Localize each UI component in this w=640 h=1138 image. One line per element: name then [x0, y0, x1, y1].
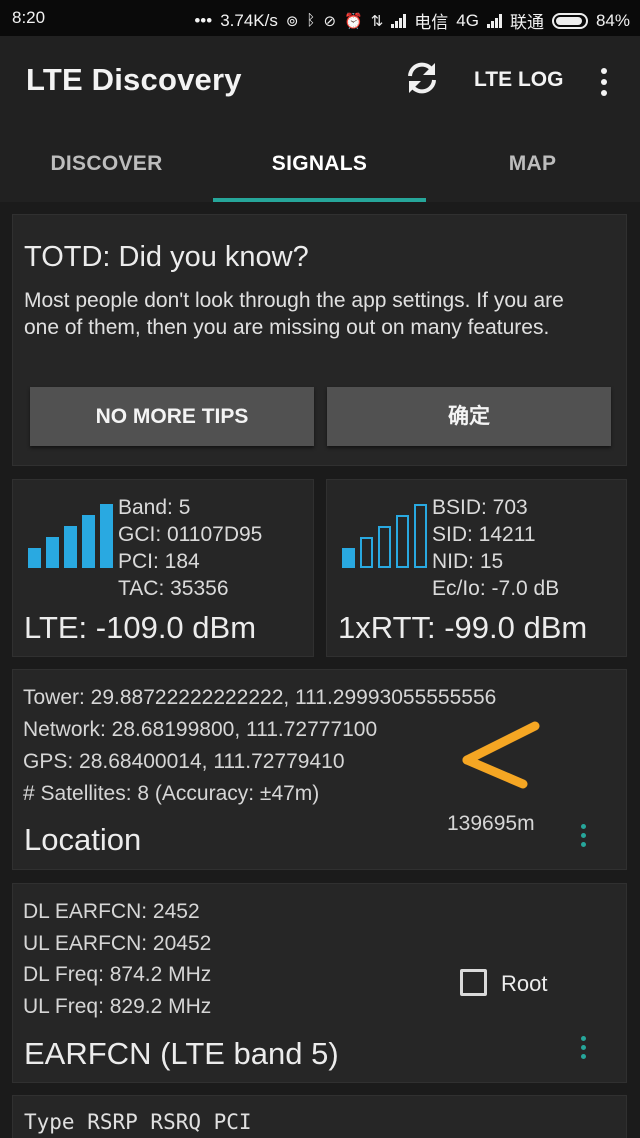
- bluetooth-icon: ᛒ: [306, 12, 316, 29]
- app-bar: LTE Discovery LTE LOG: [0, 36, 640, 126]
- tab-discover[interactable]: DISCOVER: [0, 126, 213, 202]
- lte-signal-bars: [28, 502, 113, 568]
- root-checkbox[interactable]: [460, 969, 487, 996]
- earfcn-card: DL EARFCN: 2452 UL EARFCN: 20452 DL Freq…: [12, 883, 627, 1083]
- tab-bar: DISCOVER SIGNALS MAP: [0, 126, 640, 202]
- location-card: Tower: 29.88722222222222, 111.2999305555…: [12, 669, 627, 870]
- signal-bar: [100, 504, 113, 568]
- ecio-value: Ec/Io: -7.0 dB: [432, 577, 560, 600]
- carrier-2: 联通: [509, 13, 544, 32]
- tip-of-the-day-card: TOTD: Did you know? Most people don't lo…: [12, 214, 627, 466]
- signal-bar: [82, 515, 95, 568]
- signal-bar: [414, 504, 427, 568]
- lte-cell-info: Band: 5 GCI: 01107D95 PCI: 184 TAC: 3535…: [118, 494, 262, 602]
- ul-earfcn-value: UL EARFCN: 20452: [23, 931, 212, 955]
- status-time: 8:20: [12, 8, 46, 27]
- gci-value: GCI: 01107D95: [118, 523, 263, 546]
- tab-signals[interactable]: SIGNALS: [213, 126, 426, 202]
- signal-bar: [28, 548, 41, 568]
- silent-icon: ⊘: [323, 12, 337, 30]
- nid-value: NID: 15: [432, 550, 504, 573]
- satellite-info: # Satellites: 8 (Accuracy: ±47m): [23, 782, 320, 805]
- signal-bar: [64, 526, 77, 568]
- signal-bar: [46, 537, 59, 568]
- network-coordinates: Network: 28.68199800, 111.72777100: [23, 718, 378, 741]
- network-speed: 3.74K/s: [220, 10, 278, 30]
- lte-log-button[interactable]: LTE LOG: [474, 68, 563, 92]
- root-label: Root: [501, 971, 548, 996]
- signal-bar: [396, 515, 409, 568]
- tip-body: Most people don't look through the app s…: [24, 289, 564, 339]
- ok-button[interactable]: 确定: [327, 387, 611, 446]
- neighbor-cells-card: Type RSRP RSRQ PCI: [12, 1095, 627, 1138]
- signal-bar: [342, 548, 355, 568]
- lte-signal-card[interactable]: Band: 5 GCI: 01107D95 PCI: 184 TAC: 3535…: [12, 479, 314, 657]
- earfcn-label: EARFCN (LTE band 5): [24, 1036, 339, 1071]
- location-info: Tower: 29.88722222222222, 111.2999305555…: [23, 682, 496, 810]
- location-more-icon[interactable]: [579, 824, 589, 850]
- earfcn-more-icon[interactable]: [579, 1036, 589, 1062]
- band-value: Band: 5: [118, 496, 191, 519]
- tower-coordinates: Tower: 29.88722222222222, 111.2999305555…: [23, 686, 497, 709]
- status-icons: ••• 3.74K/s ⊚ ᛒ ⊘ ⏰ ⇅ 电信 4G 联通 84%: [194, 8, 630, 33]
- dl-earfcn-value: DL EARFCN: 2452: [23, 900, 200, 923]
- location-label: Location: [24, 822, 142, 857]
- carrier-1: 电信: [414, 13, 449, 32]
- neighbor-table-header: Type RSRP RSRQ PCI: [24, 1110, 252, 1134]
- lte-reading: LTE: -109.0 dBm: [24, 610, 257, 645]
- sid-value: SID: 14211: [432, 523, 536, 546]
- gps-coordinates: GPS: 28.68400014, 111.72779410: [23, 750, 345, 773]
- more-vert-icon[interactable]: [594, 64, 614, 100]
- alarm-icon: ⏰: [344, 12, 363, 30]
- signal-strength-icon: [391, 13, 407, 28]
- signal-bar: [378, 526, 391, 568]
- ul-freq-value: UL Freq: 829.2 MHz: [23, 994, 212, 1018]
- refresh-icon[interactable]: [402, 58, 442, 98]
- tab-map[interactable]: MAP: [426, 126, 639, 202]
- signal-bar: [360, 537, 373, 568]
- tip-title: TOTD: Did you know?: [24, 241, 309, 273]
- rtt-signal-card[interactable]: BSID: 703 SID: 14211 NID: 15 Ec/Io: -7.0…: [326, 479, 627, 657]
- data-transfer-icon: ⇅: [370, 12, 384, 30]
- dl-freq-value: DL Freq: 874.2 MHz: [23, 963, 212, 986]
- battery-percent: 84%: [595, 10, 630, 30]
- more-notifications-icon: •••: [194, 10, 213, 30]
- tower-distance: 139695m: [447, 812, 535, 835]
- signal-strength-icon-2: [486, 13, 502, 28]
- app-title: LTE Discovery: [26, 62, 242, 97]
- hotspot-icon: ⊚: [285, 12, 299, 30]
- rtt-cell-info: BSID: 703 SID: 14211 NID: 15 Ec/Io: -7.0…: [432, 494, 559, 602]
- tab-indicator: [213, 198, 426, 202]
- rtt-signal-bars: [342, 502, 427, 568]
- tac-value: TAC: 35356: [118, 577, 229, 600]
- bsid-value: BSID: 703: [432, 496, 528, 519]
- pci-value: PCI: 184: [118, 550, 200, 573]
- orange-arrow-icon: [462, 721, 540, 789]
- status-bar: 8:20 ••• 3.74K/s ⊚ ᛒ ⊘ ⏰ ⇅ 电信 4G 联通 84%: [0, 0, 640, 36]
- rtt-reading: 1xRTT: -99.0 dBm: [338, 610, 588, 645]
- network-type: 4G: [456, 10, 479, 30]
- earfcn-info: DL EARFCN: 2452 UL EARFCN: 20452 DL Freq…: [23, 896, 211, 1022]
- battery-icon: [551, 12, 588, 29]
- no-more-tips-button[interactable]: NO MORE TIPS: [30, 387, 314, 446]
